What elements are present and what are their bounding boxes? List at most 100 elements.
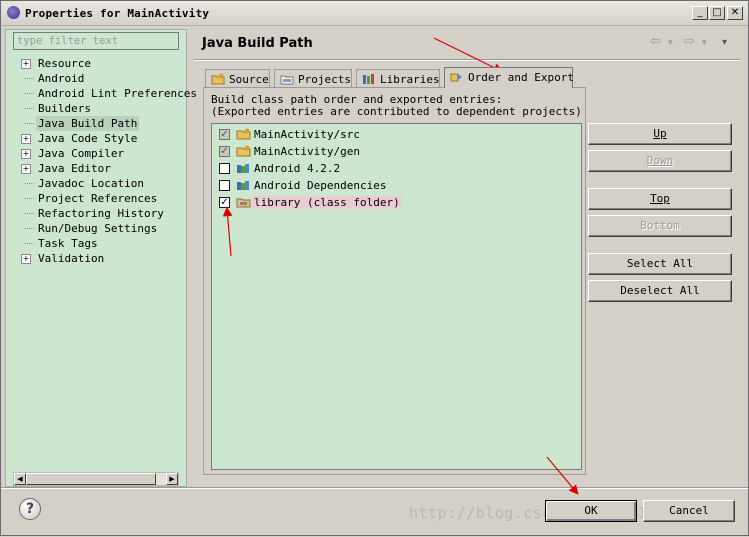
tree-item[interactable]: Android xyxy=(6,71,186,86)
tab-projects[interactable]: Projects xyxy=(274,69,352,88)
close-button[interactable]: ✕ xyxy=(727,6,743,20)
forward-icon[interactable]: ⇨ xyxy=(684,34,695,49)
header-separator xyxy=(194,59,740,61)
tree-item[interactable]: + Java Editor xyxy=(6,161,186,176)
export-checkbox[interactable]: ✓ xyxy=(219,129,230,140)
scroll-thumb[interactable] xyxy=(26,473,156,485)
tree-connector xyxy=(25,243,34,244)
tree-item-label: Java Editor xyxy=(38,162,111,175)
property-page: Java Build Path ⇦ ▾ ⇨ ▾ ▾ Source Project… xyxy=(190,29,745,487)
down-button[interactable]: Down xyxy=(588,150,732,172)
libraries-icon xyxy=(363,74,374,84)
tree-item-label: Project References xyxy=(38,192,158,205)
window-title: Properties for MainActivity xyxy=(25,7,210,20)
build-path-entry[interactable]: ✓ MainActivity/src xyxy=(212,126,572,142)
export-checkbox[interactable] xyxy=(219,163,230,174)
properties-navigation: type filter text + Resource Android Android… xyxy=(5,29,197,487)
properties-dialog: Properties for MainActivity _ □ ✕ type f… xyxy=(0,0,749,536)
ok-button[interactable]: OK xyxy=(545,500,637,522)
tab-source[interactable]: Source xyxy=(205,69,270,88)
build-path-entry-list[interactable]: ✓ MainActivity/src ✓ MainActivity/gen Androi… xyxy=(211,123,582,470)
tree-item-label: Java Build Path xyxy=(36,116,140,131)
tree-item[interactable]: + Validation xyxy=(6,251,186,266)
expand-icon[interactable]: + xyxy=(21,149,31,159)
tree-item[interactable]: Project References xyxy=(6,191,186,206)
tree-item[interactable]: Android Lint Preferences xyxy=(6,86,197,101)
bottom-button[interactable]: Bottom xyxy=(588,215,732,237)
tree-item-label: Java Code Style xyxy=(38,132,138,145)
top-button[interactable]: Top xyxy=(588,188,732,210)
build-path-entry-label: MainActivity/src xyxy=(254,128,360,141)
source-folder-icon xyxy=(236,128,251,140)
back-icon[interactable]: ⇦ xyxy=(650,34,661,49)
help-icon[interactable]: ? xyxy=(19,498,41,520)
tree-item[interactable]: + Java Compiler xyxy=(6,146,186,161)
build-path-entry[interactable]: Android Dependencies xyxy=(212,177,572,193)
tree-item[interactable]: + Java Code Style xyxy=(6,131,186,146)
tab-source-label: Source xyxy=(229,73,269,86)
tree-item[interactable]: Run/Debug Settings xyxy=(6,221,186,236)
build-path-entry[interactable]: ✓ MainActivity/gen xyxy=(212,143,572,159)
export-checkbox[interactable]: ✓ xyxy=(219,146,230,157)
expand-icon[interactable]: + xyxy=(21,59,31,69)
cancel-button[interactable]: Cancel xyxy=(643,500,735,522)
up-button-label: Up xyxy=(653,127,667,140)
library-icon xyxy=(237,164,249,173)
library-icon xyxy=(237,181,249,190)
expand-icon[interactable]: + xyxy=(21,164,31,174)
source-folder-icon xyxy=(236,145,251,157)
tree-connector xyxy=(25,183,34,184)
tree-horizontal-scrollbar[interactable]: ◀ ▶ xyxy=(13,472,179,486)
tree-connector xyxy=(25,123,34,124)
build-path-entry[interactable]: Android 4.2.2 xyxy=(212,160,572,176)
up-button[interactable]: Up xyxy=(588,123,732,145)
tab-order-and-export[interactable]: Order and Export xyxy=(444,67,574,88)
title-bar[interactable]: Properties for MainActivity _ □ ✕ xyxy=(1,1,748,26)
tab-projects-label: Projects xyxy=(298,73,351,86)
build-path-entry-label: library (class folder) xyxy=(252,196,402,209)
forward-menu-icon[interactable]: ▾ xyxy=(702,38,707,48)
build-path-entry-label: MainActivity/gen xyxy=(254,145,360,158)
expand-icon[interactable]: + xyxy=(21,134,31,144)
tree-item-label: Java Compiler xyxy=(38,147,125,160)
tree-item[interactable]: Task Tags xyxy=(6,236,186,251)
scroll-right-icon[interactable]: ▶ xyxy=(166,473,178,485)
tree-item-label: Android xyxy=(38,72,85,85)
tree-item-label: Run/Debug Settings xyxy=(38,222,158,235)
tree-item[interactable]: Builders xyxy=(6,101,186,116)
down-button-label: Down xyxy=(646,154,674,167)
deselect-all-button[interactable]: Deselect All xyxy=(588,280,732,302)
view-menu-icon[interactable]: ▾ xyxy=(722,37,727,48)
expand-icon[interactable]: + xyxy=(21,254,31,264)
tree-item[interactable]: Refactoring History xyxy=(6,206,186,221)
deselect-all-button-label: Deselect All xyxy=(620,284,700,297)
export-description: (Exported entries are contributed to dep… xyxy=(211,105,582,118)
tree-item-label: Android Lint Preferences xyxy=(38,87,197,100)
export-checkbox[interactable]: ✓ xyxy=(219,197,230,208)
tree-item[interactable]: Java Build Path xyxy=(6,116,186,131)
tree-item-label: Resource xyxy=(38,57,91,70)
build-path-entry-label: Android Dependencies xyxy=(254,179,387,192)
eclipse-icon xyxy=(7,6,20,19)
scroll-left-icon[interactable]: ◀ xyxy=(14,473,26,485)
select-all-button[interactable]: Select All xyxy=(588,253,732,275)
build-path-entry-label: Android 4.2.2 xyxy=(254,162,341,175)
tree-item[interactable]: Javadoc Location xyxy=(6,176,186,191)
tree-connector xyxy=(25,213,34,214)
minimize-button[interactable]: _ xyxy=(692,6,708,20)
build-path-entry[interactable]: ✓ library (class folder) xyxy=(212,194,572,210)
tab-libraries[interactable]: Libraries xyxy=(356,69,440,88)
tab-order-and-export-label: Order and Export xyxy=(468,71,574,84)
tree-item[interactable]: + Resource xyxy=(6,56,186,71)
tab-libraries-label: Libraries xyxy=(380,73,440,86)
bottom-button-label: Bottom xyxy=(640,219,680,232)
export-checkbox[interactable] xyxy=(219,180,230,191)
maximize-button[interactable]: □ xyxy=(709,6,725,20)
select-all-button-label: Select All xyxy=(626,257,694,270)
back-menu-icon[interactable]: ▾ xyxy=(668,38,673,48)
filter-input[interactable]: type filter text xyxy=(13,32,179,50)
tree-item-label: Builders xyxy=(38,102,91,115)
tree-item-label: Javadoc Location xyxy=(38,177,144,190)
tree-connector xyxy=(25,108,34,109)
class-folder-icon xyxy=(236,198,251,208)
